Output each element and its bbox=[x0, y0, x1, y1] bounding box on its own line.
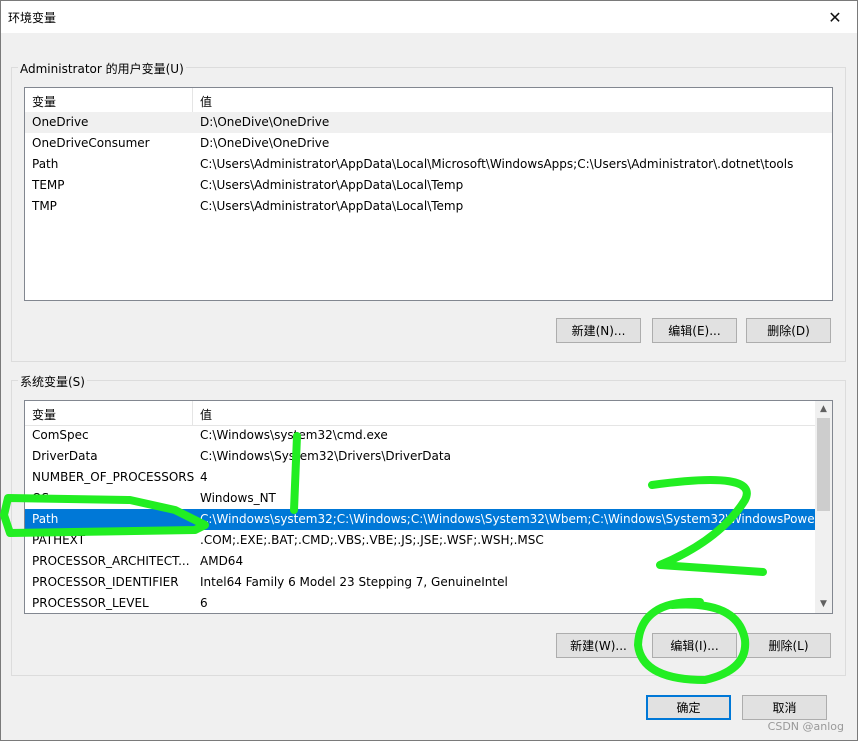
var-value: Windows_NT bbox=[200, 491, 276, 505]
watermark: CSDN @anlog bbox=[767, 720, 844, 733]
var-value: 6 bbox=[200, 596, 208, 610]
var-value: 4 bbox=[200, 470, 208, 484]
column-header-value[interactable]: 值 bbox=[200, 93, 212, 110]
table-row[interactable]: OneDriveConsumer D:\OneDive\OneDrive bbox=[25, 133, 832, 154]
var-value: C:\Users\Administrator\AppData\Local\Mic… bbox=[200, 157, 794, 171]
var-value: AMD64 bbox=[200, 554, 244, 568]
var-value: .COM;.EXE;.BAT;.CMD;.VBS;.VBE;.JS;.JSE;.… bbox=[200, 533, 544, 547]
var-value: C:\Users\Administrator\AppData\Local\Tem… bbox=[200, 178, 464, 192]
var-name: NUMBER_OF_PROCESSORS bbox=[32, 470, 195, 484]
var-name: Path bbox=[32, 512, 59, 526]
table-row[interactable]: Path C:\Users\Administrator\AppData\Local… bbox=[25, 154, 832, 175]
scroll-down-icon[interactable]: ▼ bbox=[815, 596, 832, 613]
system-vars-header: 变量 值 bbox=[25, 401, 832, 426]
var-name: OS bbox=[32, 491, 50, 505]
user-vars-header: 变量 值 bbox=[25, 88, 832, 113]
table-row[interactable]: ComSpec C:\Windows\system32\cmd.exe bbox=[25, 425, 832, 446]
column-separator[interactable] bbox=[192, 88, 193, 112]
scroll-up-icon[interactable]: ▲ bbox=[815, 401, 832, 418]
var-value: C:\Windows\system32;C:\Windows;C:\Window… bbox=[200, 512, 827, 526]
var-name: Path bbox=[32, 157, 59, 171]
table-row[interactable]: PROCESSOR_LEVEL 6 bbox=[25, 593, 832, 613]
system-vars-scrollbar[interactable]: ▲ ▼ bbox=[815, 401, 832, 613]
table-row[interactable]: Path C:\Windows\system32;C:\Windows;C:\Wi… bbox=[25, 509, 832, 530]
var-value: Intel64 Family 6 Model 23 Stepping 7, Ge… bbox=[200, 575, 508, 589]
var-name: TEMP bbox=[32, 178, 65, 192]
table-row[interactable]: NUMBER_OF_PROCESSORS 4 bbox=[25, 467, 832, 488]
table-row[interactable]: PROCESSOR_ARCHITECT... AMD64 bbox=[25, 551, 832, 572]
user-edit-button[interactable]: 编辑(E)... bbox=[652, 318, 737, 343]
var-value: D:\OneDive\OneDrive bbox=[200, 115, 330, 129]
table-row[interactable]: OS Windows_NT bbox=[25, 488, 832, 509]
var-value: C:\Users\Administrator\AppData\Local\Tem… bbox=[200, 199, 464, 213]
var-name: PROCESSOR_IDENTIFIER bbox=[32, 575, 179, 589]
var-name: TMP bbox=[32, 199, 57, 213]
table-row[interactable]: DriverData C:\Windows\System32\Drivers\Dr… bbox=[25, 446, 832, 467]
table-row[interactable]: TEMP C:\Users\Administrator\AppData\Local… bbox=[25, 175, 832, 196]
title-bar: 环境变量 ✕ bbox=[1, 1, 857, 33]
system-new-button[interactable]: 新建(W)... bbox=[556, 633, 641, 658]
user-vars-list[interactable]: 变量 值 OneDrive D:\OneDive\OneDrive OneDrive… bbox=[24, 87, 833, 301]
user-new-button[interactable]: 新建(N)... bbox=[556, 318, 641, 343]
system-edit-button[interactable]: 编辑(I)... bbox=[652, 633, 737, 658]
system-vars-group-label: 系统变量(S) bbox=[18, 373, 87, 390]
scroll-thumb[interactable] bbox=[817, 418, 830, 511]
var-name: ComSpec bbox=[32, 428, 89, 442]
system-vars-list[interactable]: 变量 值 ComSpec C:\Windows\system32\cmd.exe D… bbox=[24, 400, 833, 614]
close-icon[interactable]: ✕ bbox=[813, 1, 857, 33]
table-row[interactable]: PATHEXT .COM;.EXE;.BAT;.CMD;.VBS;.VBE;.JS… bbox=[25, 530, 832, 551]
column-header-name[interactable]: 变量 bbox=[32, 93, 56, 110]
var-value: C:\Windows\System32\Drivers\DriverData bbox=[200, 449, 451, 463]
table-row[interactable]: PROCESSOR_IDENTIFIER Intel64 Family 6 Mod… bbox=[25, 572, 832, 593]
dialog-title: 环境变量 bbox=[8, 11, 57, 25]
var-name: OneDriveConsumer bbox=[32, 136, 150, 150]
table-row[interactable]: OneDrive D:\OneDive\OneDrive bbox=[25, 112, 832, 133]
var-name: PATHEXT bbox=[32, 533, 86, 547]
var-name: PROCESSOR_ARCHITECT... bbox=[32, 554, 190, 568]
env-vars-dialog: 环境变量 ✕ Administrator 的用户变量(U) 变量 值 OneDr… bbox=[0, 0, 858, 741]
column-header-name[interactable]: 变量 bbox=[32, 406, 56, 423]
var-name: PROCESSOR_LEVEL bbox=[32, 596, 149, 610]
var-value: D:\OneDive\OneDrive bbox=[200, 136, 330, 150]
system-delete-button[interactable]: 删除(L) bbox=[746, 633, 831, 658]
var-value: C:\Windows\system32\cmd.exe bbox=[200, 428, 388, 442]
cancel-button[interactable]: 取消 bbox=[742, 695, 827, 720]
var-name: DriverData bbox=[32, 449, 98, 463]
column-header-value[interactable]: 值 bbox=[200, 406, 212, 423]
column-separator[interactable] bbox=[192, 401, 193, 425]
var-name: OneDrive bbox=[32, 115, 89, 129]
ok-button[interactable]: 确定 bbox=[646, 695, 731, 720]
table-row[interactable]: TMP C:\Users\Administrator\AppData\Local\… bbox=[25, 196, 832, 217]
user-delete-button[interactable]: 删除(D) bbox=[746, 318, 831, 343]
user-vars-group-label: Administrator 的用户变量(U) bbox=[18, 60, 186, 77]
